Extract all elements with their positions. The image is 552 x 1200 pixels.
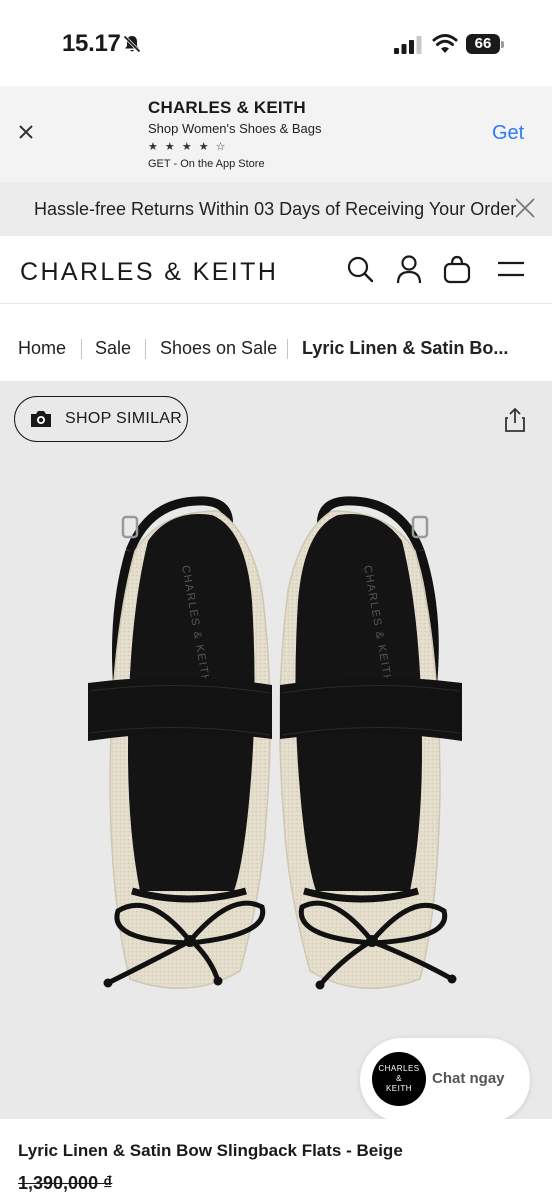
promo-text: Hassle-free Returns Within 03 Days of Re… — [34, 199, 517, 219]
right-shoe: CHARLES & KEITH — [279, 496, 462, 990]
get-app-button[interactable]: Get — [492, 122, 524, 145]
battery-icon: 66 — [466, 34, 504, 54]
chat-widget-button[interactable]: CHARLES & KEITH Chat ngay — [360, 1038, 530, 1122]
product-gallery[interactable]: SHOP SIMILAR CHARLES & KEITH CHARLES & K… — [0, 381, 552, 1119]
shop-similar-label: SHOP SIMILAR — [65, 410, 183, 427]
site-header: CHARLES & KEITH — [0, 236, 552, 304]
status-bar: 15.17 66 — [0, 0, 552, 86]
breadcrumb-sale[interactable]: Sale — [95, 338, 131, 359]
wifi-icon — [432, 34, 458, 53]
bell-off-icon — [123, 35, 141, 53]
search-icon[interactable] — [345, 254, 375, 284]
camera-icon — [31, 411, 51, 427]
banner-rating-stars: ★ ★ ★ ★ ☆ — [148, 141, 228, 153]
product-image: CHARLES & KEITH CHARLES & KEITH — [88, 496, 462, 990]
promo-close-icon[interactable] — [513, 196, 537, 220]
share-icon[interactable] — [503, 407, 527, 433]
product-name: Lyric Linen & Satin Bow Slingback Flats … — [18, 1141, 403, 1160]
banner-app-subtitle: Shop Women's Shoes & Bags — [148, 121, 322, 136]
close-icon[interactable] — [14, 120, 38, 144]
battery-level: 66 — [466, 34, 500, 54]
menu-icon[interactable] — [496, 254, 526, 284]
breadcrumb-current-product: Lyric Linen & Satin Bo... — [302, 338, 509, 358]
chat-label: Chat ngay — [432, 1070, 505, 1087]
banner-app-title: CHARLES & KEITH — [148, 98, 306, 117]
product-price: 1,390,000 ₫ — [18, 1173, 113, 1193]
shop-similar-button[interactable]: SHOP SIMILAR — [14, 396, 188, 442]
breadcrumb-home[interactable]: Home — [18, 338, 66, 359]
brand-logo[interactable]: CHARLES & KEITH — [20, 258, 278, 287]
breadcrumb: Home Sale Shoes on Sale Lyric Linen & Sa… — [0, 305, 552, 381]
cellular-signal-icon — [394, 36, 422, 54]
promo-announcement-bar: Hassle-free Returns Within 03 Days of Re… — [0, 182, 552, 236]
status-time: 15.17 — [62, 30, 121, 57]
left-shoe: CHARLES & KEITH — [88, 496, 272, 990]
product-info: Lyric Linen & Satin Bow Slingback Flats … — [0, 1119, 552, 1200]
account-icon[interactable] — [394, 254, 424, 284]
banner-app-store-cta: GET - On the App Store — [148, 158, 265, 170]
chat-brand-avatar: CHARLES & KEITH — [372, 1052, 426, 1106]
app-store-banner: CHARLES & KEITH Shop Women's Shoes & Bag… — [0, 86, 552, 182]
shopping-bag-icon[interactable] — [442, 254, 472, 284]
breadcrumb-shoes-on-sale[interactable]: Shoes on Sale — [160, 338, 277, 359]
